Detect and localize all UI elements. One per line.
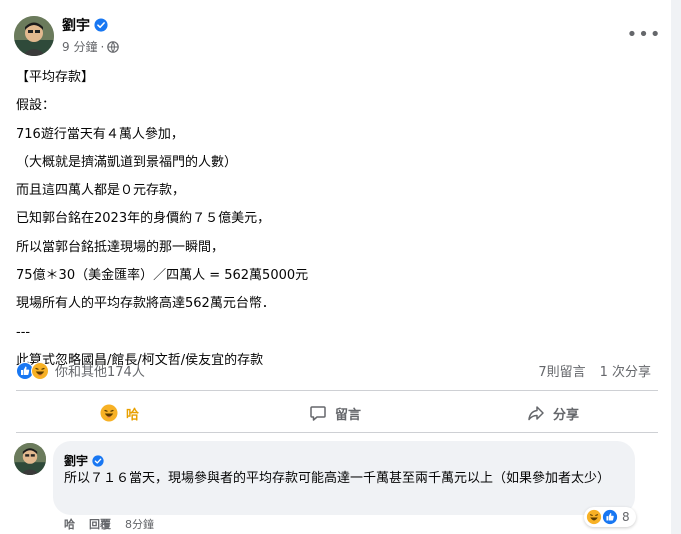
haha-reaction-icon [100, 404, 118, 422]
post-line: 所以當郭台銘抵達現場的那一瞬間， [16, 239, 225, 255]
share-button[interactable]: 分享 [527, 398, 579, 428]
comments-count[interactable]: 7則留言 [538, 361, 585, 380]
comment-reply-link[interactable]: 回覆 [89, 516, 111, 532]
comment-reactions[interactable]: 8 [584, 507, 636, 527]
commenter-avatar[interactable] [14, 443, 46, 475]
author-name[interactable]: 劉宇 [62, 15, 108, 35]
commenter-name-text[interactable]: 劉宇 [64, 452, 88, 469]
comment-label: 留言 [335, 407, 362, 423]
post-line: 【平均存款】 [16, 70, 95, 85]
more-options-button[interactable]: ••• [626, 22, 662, 46]
post-line: 假設： [16, 98, 56, 114]
author-avatar[interactable] [14, 16, 54, 56]
commenter-name[interactable]: 劉宇 [64, 452, 104, 469]
comment-react-link[interactable]: 哈 [64, 516, 75, 532]
post-line: （大概就是擠滿凱道到景福門的人數） [16, 154, 238, 170]
comment-button[interactable]: 留言 [309, 398, 361, 428]
post-line: 75億＊30（美金匯率）／四萬人 = 562萬5000元 [16, 268, 309, 284]
verified-badge-icon [94, 18, 108, 32]
comment-bubble-icon [310, 406, 326, 421]
reactions-summary[interactable]: 你和其他174人 [16, 361, 145, 380]
post-line: 現場所有人的平均存款將高達562萬元台幣． [16, 296, 275, 312]
globe-icon[interactable] [107, 40, 120, 53]
haha-reaction-icon [586, 509, 602, 525]
post-line: 而且這四萬人都是０元存款， [16, 183, 186, 199]
page-gutter [671, 0, 681, 534]
post-line: --- [16, 324, 31, 340]
reaction-icons [16, 361, 49, 380]
haha-button[interactable]: 哈 [100, 398, 139, 428]
reactions-text[interactable]: 你和其他174人 [55, 361, 145, 380]
share-label: 分享 [553, 407, 580, 423]
share-arrow-icon [528, 406, 544, 421]
post-body: 【平均存款】 假設： 716遊行當天有４萬人參加， （大概就是擠滿凱道到景福門的… [16, 64, 656, 375]
comment-text: 所以７１６當天，現場參與者的平均存款可能高達一千萬甚至兩千萬元以上（如果參加者太… [64, 471, 611, 486]
divider [16, 432, 658, 433]
verified-badge-icon [92, 454, 104, 467]
meta-separator: · [100, 39, 105, 54]
divider [16, 390, 658, 391]
more-options-icon: ••• [626, 23, 662, 45]
post-line: 已知郭台銘在2023年的身價約７５億美元， [16, 211, 271, 227]
haha-reaction-icon [31, 361, 49, 380]
comment-time[interactable]: 8分鐘 [125, 516, 154, 532]
post-time[interactable]: 9 分鐘 [62, 38, 97, 55]
like-reaction-icon [602, 509, 618, 525]
comment-reaction-count: 8 [622, 510, 630, 524]
author-name-text[interactable]: 劉宇 [62, 15, 90, 35]
comment-actions: 哈 回覆 8分鐘 [64, 516, 154, 532]
haha-label: 哈 [126, 407, 140, 423]
post-meta: 9 分鐘 · [62, 38, 120, 55]
post-line: 716遊行當天有４萬人參加， [16, 126, 184, 142]
shares-count[interactable]: 1 次分享 [600, 361, 651, 380]
engagement-counts: 7則留言 1 次分享 [538, 361, 651, 380]
post-card: 劉宇 9 分鐘 · ••• 【平均存款】 假設： 716遊行當天有４萬人參加， … [0, 0, 671, 534]
